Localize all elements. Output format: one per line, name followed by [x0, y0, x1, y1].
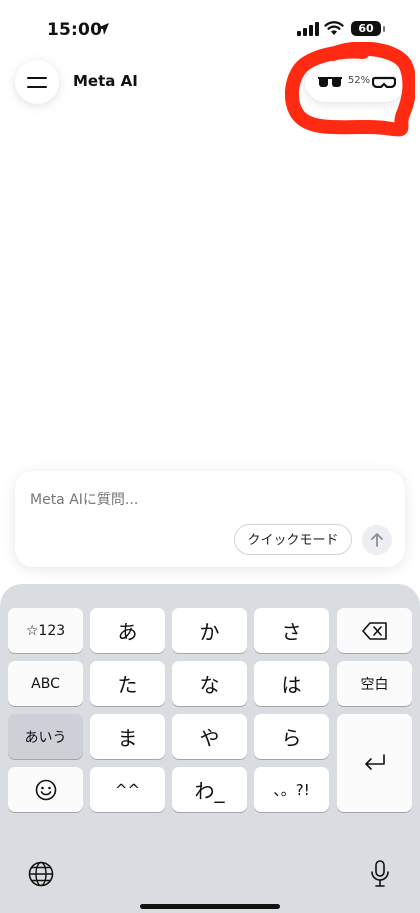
- menu-button[interactable]: [15, 60, 59, 104]
- key-wa[interactable]: わ_: [172, 767, 247, 812]
- status-bar: 15:00 60: [0, 0, 420, 56]
- key-abc[interactable]: ABC: [8, 661, 83, 706]
- key-ma[interactable]: ま: [90, 714, 165, 759]
- return-icon: [364, 754, 385, 770]
- wifi-icon: [324, 21, 344, 35]
- key-return[interactable]: [337, 714, 412, 812]
- key-a[interactable]: あ: [90, 608, 165, 653]
- hamburger-icon: [27, 76, 47, 88]
- glasses-icon: [318, 77, 342, 87]
- arrow-up-icon: [371, 533, 383, 547]
- glasses-battery-level: 52%: [347, 75, 371, 86]
- key-sa[interactable]: さ: [254, 608, 329, 653]
- key-ta[interactable]: た: [90, 661, 165, 706]
- keyboard: ☆123 あ か さ ABC た な は 空白 あいう ま や ら ^^ わ_ …: [0, 584, 420, 913]
- backspace-icon: [361, 621, 387, 640]
- clock: 15:00: [47, 20, 103, 40]
- page-title: Meta AI: [73, 72, 138, 90]
- glasses-case-icon: [372, 76, 396, 88]
- language-switch-button[interactable]: [27, 860, 55, 888]
- key-kaomoji[interactable]: ^^: [90, 767, 165, 812]
- key-punctuation[interactable]: 、。?!: [254, 767, 329, 812]
- key-na[interactable]: な: [172, 661, 247, 706]
- key-ka[interactable]: か: [172, 608, 247, 653]
- message-composer: Meta AIに質問... クイックモード: [15, 471, 405, 567]
- message-input[interactable]: Meta AIに質問...: [30, 489, 138, 509]
- emoji-icon: [35, 779, 56, 800]
- key-hiragana[interactable]: あいう: [8, 714, 83, 759]
- send-button[interactable]: [362, 525, 392, 555]
- key-space[interactable]: 空白: [337, 661, 412, 706]
- quick-mode-button[interactable]: クイックモード: [234, 524, 352, 555]
- key-numbers[interactable]: ☆123: [8, 608, 83, 653]
- key-ha[interactable]: は: [254, 661, 329, 706]
- key-delete[interactable]: [337, 608, 412, 653]
- microphone-icon: [371, 860, 389, 887]
- dictation-button[interactable]: [366, 860, 394, 888]
- cellular-signal-icon: [297, 22, 319, 36]
- battery-indicator: 60: [351, 21, 385, 36]
- key-ra[interactable]: ら: [254, 714, 329, 759]
- key-emoji[interactable]: [8, 767, 83, 812]
- key-ya[interactable]: や: [172, 714, 247, 759]
- globe-icon: [28, 861, 54, 887]
- glasses-status-button[interactable]: 52%: [305, 62, 405, 102]
- home-indicator: [140, 904, 280, 909]
- location-arrow-icon: [97, 23, 109, 35]
